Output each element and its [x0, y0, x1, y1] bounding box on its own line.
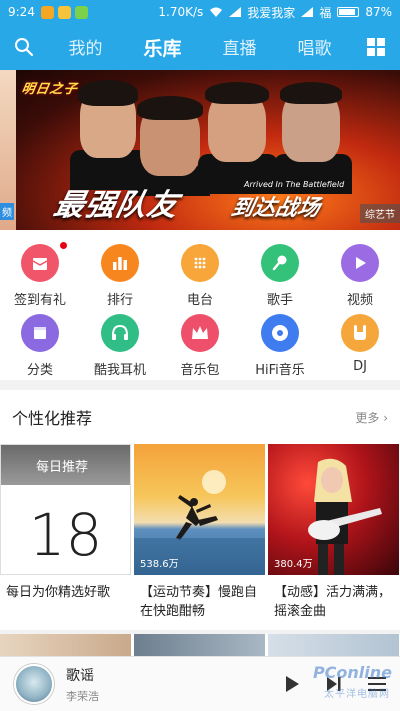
quick-link-label: 音乐包: [180, 363, 220, 378]
headphones-icon: [101, 314, 139, 352]
play-button[interactable]: [284, 675, 300, 693]
recommend-cards: 每日推荐 18 每日为你精选好歌 538.6万 【运动节奏】慢跑自在快跑酣畅 3…: [0, 444, 400, 630]
quick-link-label: 分类: [26, 363, 53, 378]
category-icon: [21, 314, 59, 352]
disc-icon: [261, 314, 299, 352]
new-badge: [60, 242, 67, 249]
rock-hand-icon: [341, 314, 379, 352]
quick-link-label: HiFi音乐: [255, 363, 305, 378]
watermark-brand: PConline: [312, 663, 392, 682]
play-count: 538.6万: [140, 559, 179, 570]
song-title: 歌谣: [66, 667, 94, 684]
tab-sing[interactable]: 唱歌: [297, 34, 331, 61]
crown-icon: [181, 314, 219, 352]
quick-link-label: 签到有礼: [13, 293, 66, 308]
quick-link-label: 电台: [186, 293, 213, 308]
section-title: 个性化推荐: [12, 409, 93, 428]
next-row-peek: [0, 634, 400, 656]
search-button[interactable]: [0, 24, 48, 70]
tab-mine[interactable]: 我的: [68, 34, 102, 61]
signal-icon: [301, 7, 314, 17]
quick-link-ranking[interactable]: 排行: [80, 244, 160, 308]
carrier-label: 福: [319, 5, 332, 20]
signal-icon: [229, 7, 242, 17]
daily-calendar-thumb: 每日推荐 18: [0, 444, 131, 575]
status-time: 9:24: [8, 5, 35, 19]
status-bar: 9:24 1.70K/s 我爱我家 福 87%: [0, 0, 400, 24]
quick-link-headphones[interactable]: 酷我耳机: [80, 314, 160, 378]
top-nav: 我的 乐库 直播 唱歌: [0, 24, 400, 70]
network-speed: 1.70K/s: [158, 5, 204, 19]
quick-link-label: 视频: [346, 293, 373, 308]
quick-link-label: 酷我耳机: [93, 363, 146, 378]
playlist-card[interactable]: 538.6万 【运动节奏】慢跑自在快跑酣畅: [134, 444, 265, 621]
quick-link-singer[interactable]: 歌手: [240, 244, 320, 308]
quick-link-music-pack[interactable]: 音乐包: [160, 314, 240, 378]
banner-headline: 最强队友: [50, 188, 182, 223]
menu-grid-button[interactable]: [352, 24, 400, 70]
quick-link-label: 排行: [106, 293, 133, 308]
tab-library[interactable]: 乐库: [143, 34, 181, 61]
microphone-icon: [261, 244, 299, 282]
gift-icon: [21, 242, 67, 282]
chart-bars-icon: [101, 244, 139, 282]
quick-link-dj[interactable]: DJ: [320, 314, 400, 374]
radio-icon: [181, 244, 219, 282]
banner-logo: 明日之子: [20, 82, 79, 97]
playlist-cover: [268, 634, 399, 656]
mini-player[interactable]: 歌谣 李荣浩 PConline 太平洋电脑网: [0, 656, 400, 711]
quick-link-hifi[interactable]: HiFi音乐: [240, 314, 320, 378]
quick-link-radio[interactable]: 电台: [160, 244, 240, 308]
notification-app-icon: [40, 5, 54, 19]
banner-subline: 到达战场: [228, 196, 323, 221]
playlist-cover: [134, 634, 265, 656]
card-caption: 【运动节奏】慢跑自在快跑酣畅: [140, 585, 258, 619]
watermark-sub: 太平洋电脑网: [324, 689, 390, 700]
artist-name: 李荣浩: [66, 689, 99, 703]
notification-app-icon: [74, 5, 88, 19]
play-icon: [341, 244, 379, 282]
grid-icon: [367, 38, 385, 56]
daily-date: 18: [28, 501, 103, 569]
banner-english: Arrived In The Battlefield: [244, 180, 345, 189]
card-caption: 每日为你精选好歌: [6, 585, 111, 600]
battery-percent: 87%: [365, 5, 392, 19]
quick-link-category[interactable]: 分类: [0, 314, 80, 378]
search-icon: [15, 38, 34, 57]
playlist-card[interactable]: 380.4万 【动感】活力满满，摇滚金曲: [268, 444, 399, 621]
recommend-section-header: 个性化推荐 更多 ›: [0, 390, 400, 444]
banner-tag: 综艺节: [360, 204, 400, 223]
carrier-label: 我爱我家: [247, 5, 296, 20]
tab-live[interactable]: 直播: [222, 34, 256, 61]
album-cover[interactable]: [14, 664, 54, 704]
quick-link-label: DJ: [353, 359, 367, 374]
tab-bar: 我的 乐库 直播 唱歌: [48, 34, 352, 61]
quick-links: 签到有礼 排行 电台 歌手 视频 分类 酷我耳机 音乐包 HiFi音乐 DJ: [0, 230, 400, 380]
playlist-cover: 538.6万: [134, 444, 265, 575]
playlist-cover: [0, 634, 131, 656]
battery-icon: [337, 7, 360, 17]
card-caption: 【动感】活力满满，摇滚金曲: [274, 585, 392, 619]
notification-app-icon: [57, 5, 71, 19]
quick-link-checkin[interactable]: 签到有礼: [0, 242, 80, 308]
daily-recommend-card[interactable]: 每日推荐 18 每日为你精选好歌: [0, 444, 131, 602]
promo-banner[interactable]: 频 明日之子 最强队友 Arrived In The Battlefield 到…: [0, 70, 400, 230]
banner-prev-tag: 频: [0, 203, 14, 220]
daily-label: 每日推荐: [1, 445, 130, 485]
playlist-cover: 380.4万: [268, 444, 399, 575]
more-link[interactable]: 更多 ›: [355, 409, 388, 426]
quick-link-video[interactable]: 视频: [320, 244, 400, 308]
quick-link-label: 歌手: [266, 293, 293, 308]
wifi-icon: [210, 7, 223, 17]
play-count: 380.4万: [274, 559, 313, 570]
